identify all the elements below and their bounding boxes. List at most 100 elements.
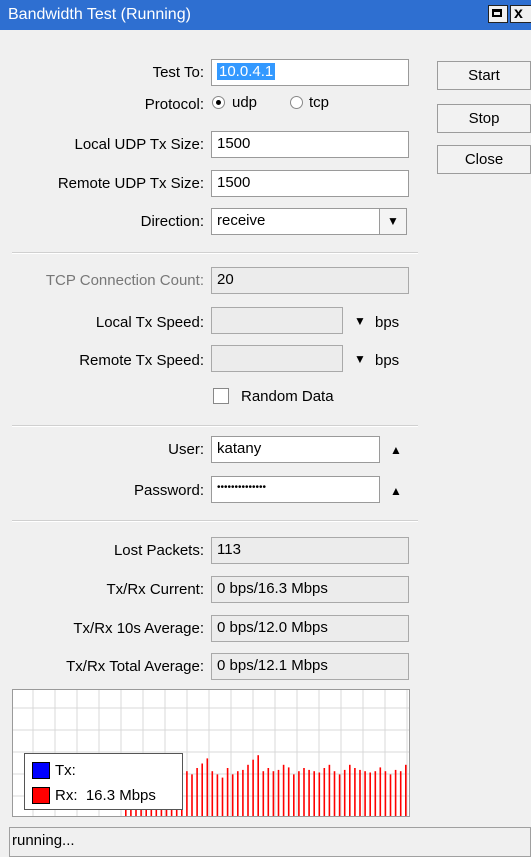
rx-bar <box>231 774 234 816</box>
title-bar[interactable]: Bandwidth Test (Running) x <box>0 0 531 30</box>
rx-bar <box>191 774 193 816</box>
rx-bar <box>369 772 371 816</box>
random-data-label: Random Data <box>241 388 334 405</box>
separator <box>12 425 418 427</box>
protocol-udp-radio[interactable] <box>212 96 225 109</box>
close-button[interactable]: Close <box>437 145 531 174</box>
rx-legend-value: 16.3 Mbps <box>85 787 156 804</box>
rx-bar <box>343 769 346 816</box>
password-label: Password: <box>133 482 204 499</box>
rx-bar <box>328 764 331 816</box>
rx-bar <box>237 771 239 816</box>
rx-bar <box>242 769 244 816</box>
protocol-udp-label: udp <box>232 94 258 111</box>
tcp-connection-count-label: TCP Connection Count: <box>45 272 204 289</box>
start-button[interactable]: Start <box>437 61 531 90</box>
tx-rx-10s-average-label: Tx/Rx 10s Average: <box>73 620 204 637</box>
separator <box>12 252 418 254</box>
rx-bar <box>196 768 198 816</box>
rx-bar <box>303 768 305 816</box>
test-to-value: 10.0.4.1 <box>217 63 276 80</box>
remote-tx-speed-label: Remote Tx Speed: <box>79 352 204 369</box>
triangle-down-icon[interactable]: ▼ <box>354 314 366 328</box>
rx-bar <box>293 774 295 816</box>
user-input[interactable]: katany <box>211 436 380 463</box>
rx-bar <box>354 768 356 816</box>
rx-bar <box>221 777 224 816</box>
rx-bar <box>349 764 351 816</box>
local-tx-speed-input[interactable] <box>211 307 343 334</box>
test-to-input[interactable]: 10.0.4.1 <box>211 59 409 86</box>
user-label: User: <box>168 441 204 458</box>
rx-legend-label: Rx: 16.3 Mbps <box>55 787 156 804</box>
status-bar: running... <box>9 827 531 857</box>
rx-bar <box>405 764 407 816</box>
rx-bar <box>257 755 259 816</box>
rx-bar <box>186 771 188 816</box>
dropdown-arrow-icon[interactable]: ▼ <box>379 208 407 235</box>
tx-rx-10s-average-value: 0 bps/12.0 Mbps <box>211 615 409 642</box>
maximize-button[interactable] <box>488 5 508 23</box>
direction-label: Direction: <box>140 213 204 230</box>
rx-bar <box>226 768 229 816</box>
rx-bar <box>374 771 377 816</box>
rx-bar <box>201 763 203 816</box>
tcp-connection-count-input[interactable]: 20 <box>211 267 409 294</box>
rx-bar <box>282 764 285 816</box>
rx-bar <box>313 771 315 816</box>
triangle-down-icon[interactable]: ▼ <box>354 352 366 366</box>
rx-bar <box>394 769 397 816</box>
remote-udp-tx-size-input[interactable]: 1500 <box>211 170 409 197</box>
rx-bar <box>338 774 341 816</box>
tx-legend-label: Tx: <box>55 762 76 779</box>
tx-rx-total-average-value: 0 bps/12.1 Mbps <box>211 653 409 680</box>
protocol-tcp-label: tcp <box>309 94 330 111</box>
close-window-button[interactable]: x <box>510 5 531 23</box>
local-udp-tx-size-input[interactable]: 1500 <box>211 131 409 158</box>
rx-bar <box>252 759 254 816</box>
rx-bar <box>389 774 392 816</box>
rx-bar <box>277 769 280 816</box>
rx-bar <box>211 771 214 816</box>
rx-bar <box>267 768 270 816</box>
rx-bar <box>272 771 275 816</box>
rx-bar <box>262 771 265 816</box>
remote-udp-tx-size-label: Remote UDP Tx Size: <box>57 175 204 192</box>
protocol-tcp-radio[interactable] <box>290 96 303 109</box>
local-udp-tx-size-label: Local UDP Tx Size: <box>74 136 205 153</box>
graph-legend: Tx: Rx: 16.3 Mbps <box>24 753 183 810</box>
protocol-label: Protocol: <box>144 96 204 113</box>
test-to-label: Test To: <box>152 64 204 81</box>
rx-bar <box>364 771 366 816</box>
rx-bar <box>399 771 402 816</box>
lost-packets-value: 113 <box>211 537 409 564</box>
rx-bar <box>333 771 336 816</box>
rx-bar <box>216 774 219 816</box>
random-data-checkbox[interactable] <box>213 388 229 404</box>
tx-legend-label-text: Tx: <box>55 762 76 779</box>
direction-select[interactable]: receive <box>211 208 380 235</box>
triangle-up-icon[interactable]: ▲ <box>390 443 402 457</box>
bandwidth-test-window: Bandwidth Test (Running) x Start Stop Cl… <box>0 0 531 857</box>
remote-tx-speed-input[interactable] <box>211 345 343 372</box>
window-title: Bandwidth Test (Running) <box>8 6 191 23</box>
rx-bar <box>379 767 382 816</box>
rx-color-swatch <box>32 787 50 804</box>
rx-bar <box>247 764 249 816</box>
tx-rx-current-value: 0 bps/16.3 Mbps <box>211 576 409 603</box>
rx-bar <box>323 768 326 816</box>
password-input[interactable]: •••••••••••••• <box>211 476 380 503</box>
lost-packets-label: Lost Packets: <box>113 542 204 559</box>
tx-rx-current-label: Tx/Rx Current: <box>106 581 204 598</box>
triangle-up-icon[interactable]: ▲ <box>390 484 402 498</box>
tx-color-swatch <box>32 762 50 779</box>
rx-bar <box>206 758 209 816</box>
separator <box>12 520 418 522</box>
tx-rx-total-average-label: Tx/Rx Total Average: <box>66 658 204 675</box>
rx-bar <box>298 771 300 816</box>
rx-legend-label-text: Rx: <box>55 787 78 804</box>
rx-bar <box>287 767 290 816</box>
rx-bar <box>359 769 361 816</box>
remote-tx-speed-unit: bps <box>375 352 400 369</box>
stop-button[interactable]: Stop <box>437 104 531 133</box>
